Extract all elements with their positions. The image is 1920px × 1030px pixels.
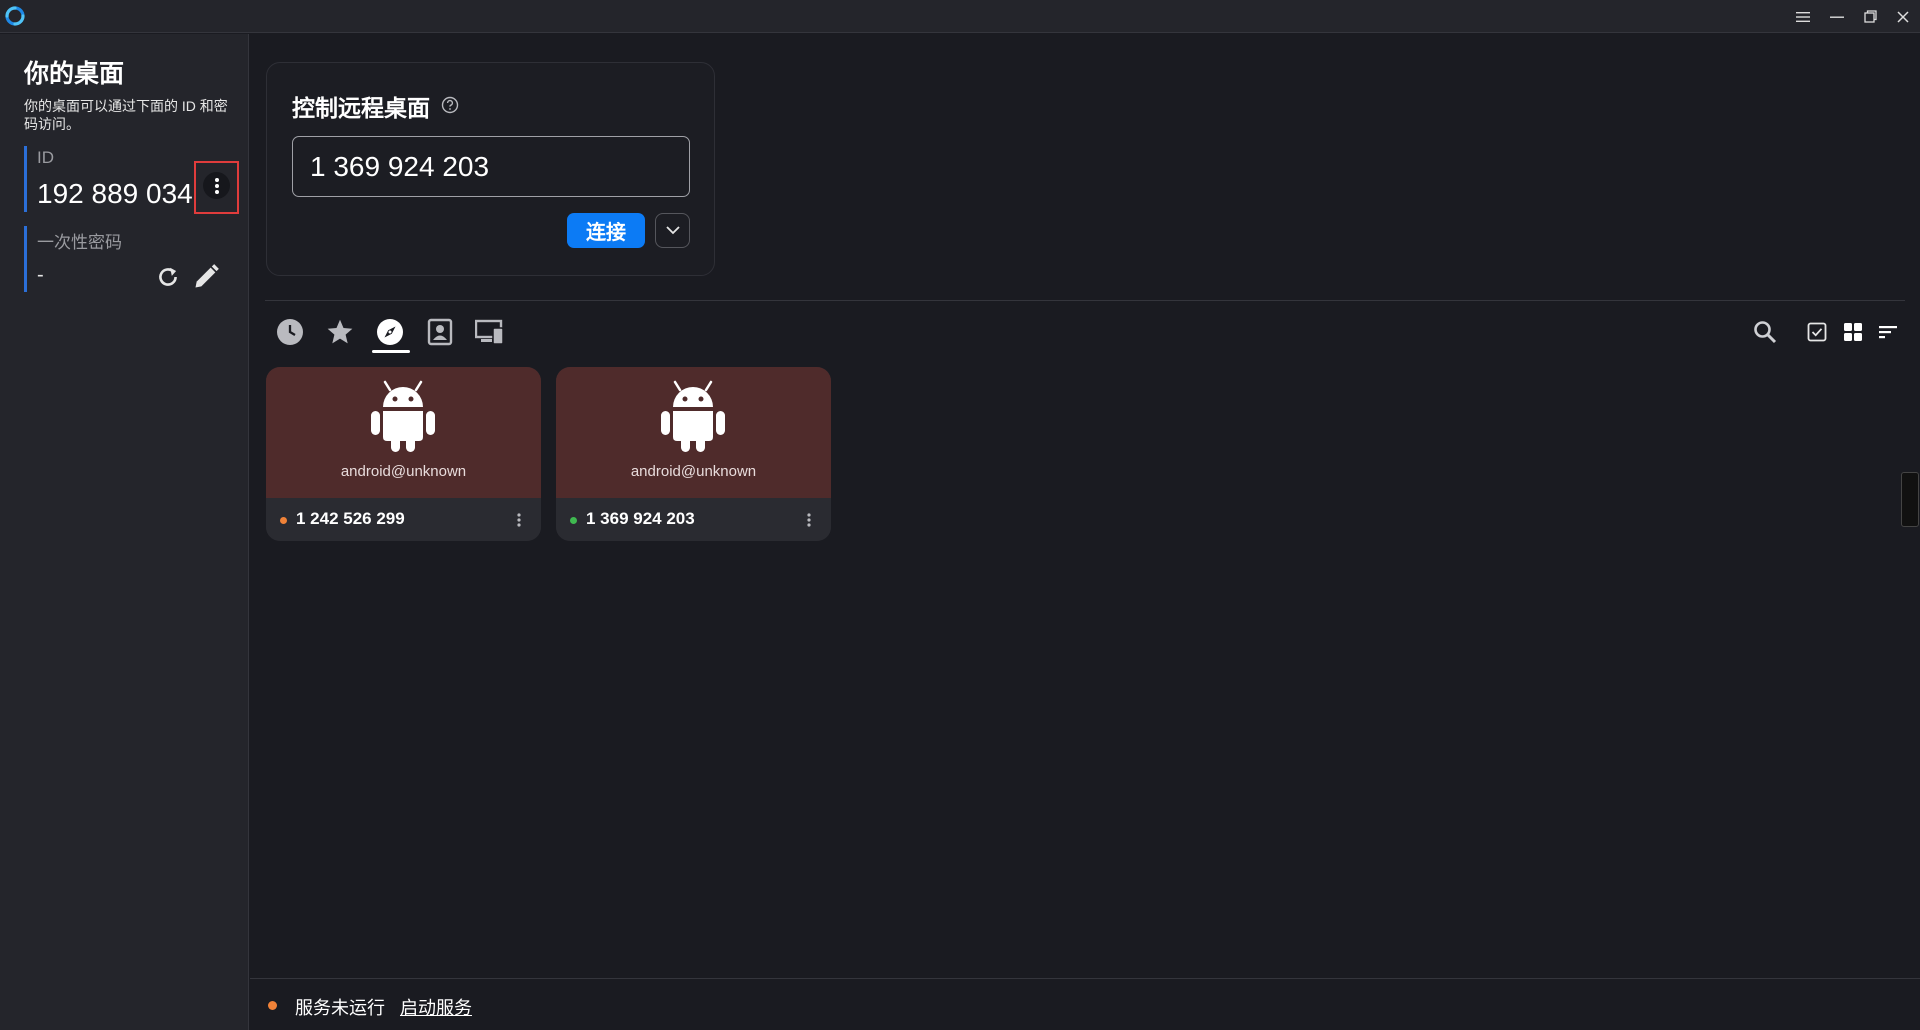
sort-button[interactable] <box>1874 318 1902 346</box>
peer-card-header[interactable]: android@unknown <box>266 367 541 498</box>
android-icon <box>661 380 725 452</box>
peer-card-footer: 1 242 526 299 <box>266 498 541 541</box>
tab-recent[interactable] <box>273 315 307 349</box>
minimize-icon[interactable] <box>1820 0 1854 33</box>
id-value[interactable]: 192 889 034 <box>37 178 193 210</box>
your-desktop-title: 你的桌面 <box>24 60 125 88</box>
password-label: 一次性密码 <box>37 233 122 252</box>
checkbox-icon <box>1807 322 1827 342</box>
peer-card[interactable]: android@unknown 1 369 924 203 <box>556 367 831 541</box>
section-divider <box>265 300 1905 301</box>
devices-icon <box>475 319 504 345</box>
sort-icon <box>1879 326 1897 339</box>
close-icon[interactable] <box>1886 0 1920 33</box>
peer-status-dot <box>570 517 577 524</box>
compass-icon <box>377 319 403 345</box>
select-mode-button[interactable] <box>1803 318 1831 346</box>
remote-control-title: 控制远程桌面 <box>292 95 430 121</box>
grid-view-icon <box>1844 323 1862 341</box>
start-service-link[interactable]: 启动服务 <box>400 994 472 1020</box>
peer-username: android@unknown <box>630 463 757 480</box>
more-vertical-icon <box>517 513 521 527</box>
address-book-icon <box>427 318 453 346</box>
star-icon <box>327 319 353 344</box>
grid-view-button[interactable] <box>1839 318 1867 346</box>
service-status-text: 服务未运行 <box>295 998 385 1018</box>
active-tab-indicator <box>372 350 410 353</box>
id-more-button[interactable] <box>203 172 230 199</box>
service-status-dot <box>268 1001 277 1010</box>
peer-card-footer: 1 369 924 203 <box>556 498 831 541</box>
search-icon <box>1754 321 1777 344</box>
pencil-icon[interactable] <box>192 263 220 291</box>
peer-card[interactable]: android@unknown 1 242 526 299 <box>266 367 541 541</box>
search-button[interactable] <box>1751 318 1779 346</box>
your-desktop-panel: 你的桌面 你的桌面可以通过下面的 ID 和密码访问。 ID 192 889 03… <box>0 34 249 1030</box>
app-logo-icon <box>5 6 25 26</box>
tab-favorites[interactable] <box>323 315 357 349</box>
peer-username: android@unknown <box>340 463 467 480</box>
more-vertical-icon <box>214 177 219 194</box>
remote-id-input[interactable] <box>292 136 690 197</box>
peer-id: 1 369 924 203 <box>586 509 695 528</box>
peer-more-button[interactable] <box>509 509 529 531</box>
tab-address-book[interactable] <box>423 315 457 349</box>
tab-discovered[interactable] <box>373 315 407 349</box>
connect-button[interactable]: 连接 <box>567 213 645 248</box>
password-value: - <box>37 264 44 286</box>
remote-control-card: 控制远程桌面 连接 <box>266 62 715 276</box>
restore-icon[interactable] <box>1853 0 1887 33</box>
scrollbar-handle[interactable] <box>1901 472 1919 527</box>
hamburger-menu-icon[interactable] <box>1786 0 1820 33</box>
chevron-down-icon <box>665 226 680 235</box>
your-desktop-description: 你的桌面可以通过下面的 ID 和密码访问。 <box>24 98 228 132</box>
title-bar <box>0 0 1920 33</box>
peer-id: 1 242 526 299 <box>296 509 405 528</box>
android-icon <box>371 380 435 452</box>
peer-status-dot <box>280 517 287 524</box>
id-label: ID <box>37 148 54 167</box>
peer-more-button[interactable] <box>799 509 819 531</box>
more-vertical-icon <box>807 513 811 527</box>
status-bar: 服务未运行 启动服务 <box>250 978 1920 1030</box>
peer-card-header[interactable]: android@unknown <box>556 367 831 498</box>
clock-icon <box>277 319 303 345</box>
tab-devices[interactable] <box>473 315 507 349</box>
help-icon[interactable] <box>441 96 459 114</box>
id-menu-highlight <box>194 161 239 214</box>
refresh-icon[interactable] <box>155 264 181 290</box>
connect-options-button[interactable] <box>655 213 690 248</box>
